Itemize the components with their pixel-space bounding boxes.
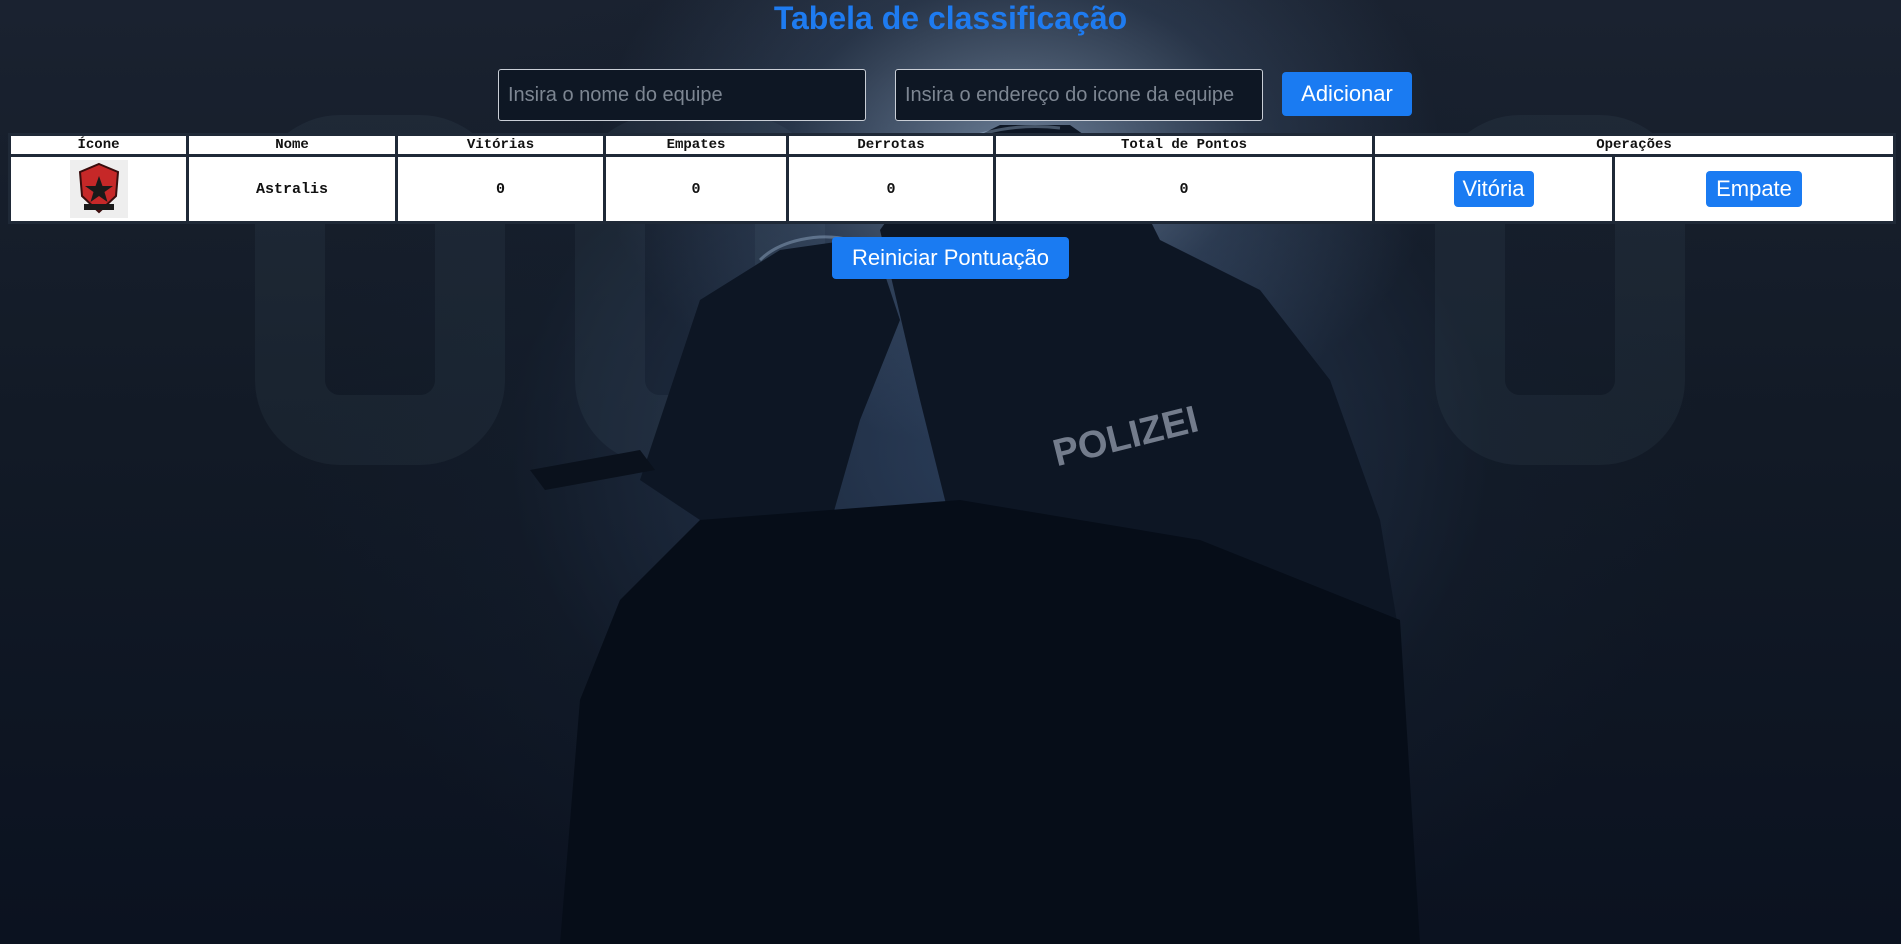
- draw-button[interactable]: Empate: [1706, 171, 1802, 207]
- header-losses: Derrotas: [786, 133, 996, 157]
- table-header-row: Ícone Nome Vitórias Empates Derrotas Tot…: [8, 133, 1896, 157]
- team-name-cell: Astralis: [186, 154, 398, 224]
- header-draws: Empates: [603, 133, 789, 157]
- team-draws-cell: 0: [603, 154, 789, 224]
- team-points-cell: 0: [993, 154, 1375, 224]
- draw-action-cell: Empate: [1612, 154, 1896, 224]
- team-icon-cell: [8, 154, 189, 224]
- page-title: Tabela de classificação: [773, 0, 1128, 36]
- team-losses-cell: 0: [786, 154, 996, 224]
- win-action-cell: Vitória: [1372, 154, 1615, 224]
- header-icon: Ícone: [8, 133, 189, 157]
- standings-table: Ícone Nome Vitórias Empates Derrotas Tot…: [8, 133, 1896, 224]
- header-wins: Vitórias: [395, 133, 606, 157]
- team-name-input[interactable]: [498, 69, 866, 121]
- header-name: Nome: [186, 133, 398, 157]
- reset-score-button[interactable]: Reiniciar Pontuação: [832, 237, 1069, 279]
- win-button[interactable]: Vitória: [1453, 171, 1534, 207]
- team-logo-icon: [69, 160, 128, 218]
- table-row: Astralis 0 0 0 0 Vitória Empate: [8, 154, 1896, 224]
- team-icon-url-input[interactable]: [895, 69, 1263, 121]
- red-star-shield-icon: [78, 162, 119, 214]
- header-operations: Operações: [1372, 133, 1896, 157]
- header-points: Total de Pontos: [993, 133, 1375, 157]
- team-wins-cell: 0: [395, 154, 606, 224]
- add-team-button[interactable]: Adicionar: [1282, 72, 1412, 116]
